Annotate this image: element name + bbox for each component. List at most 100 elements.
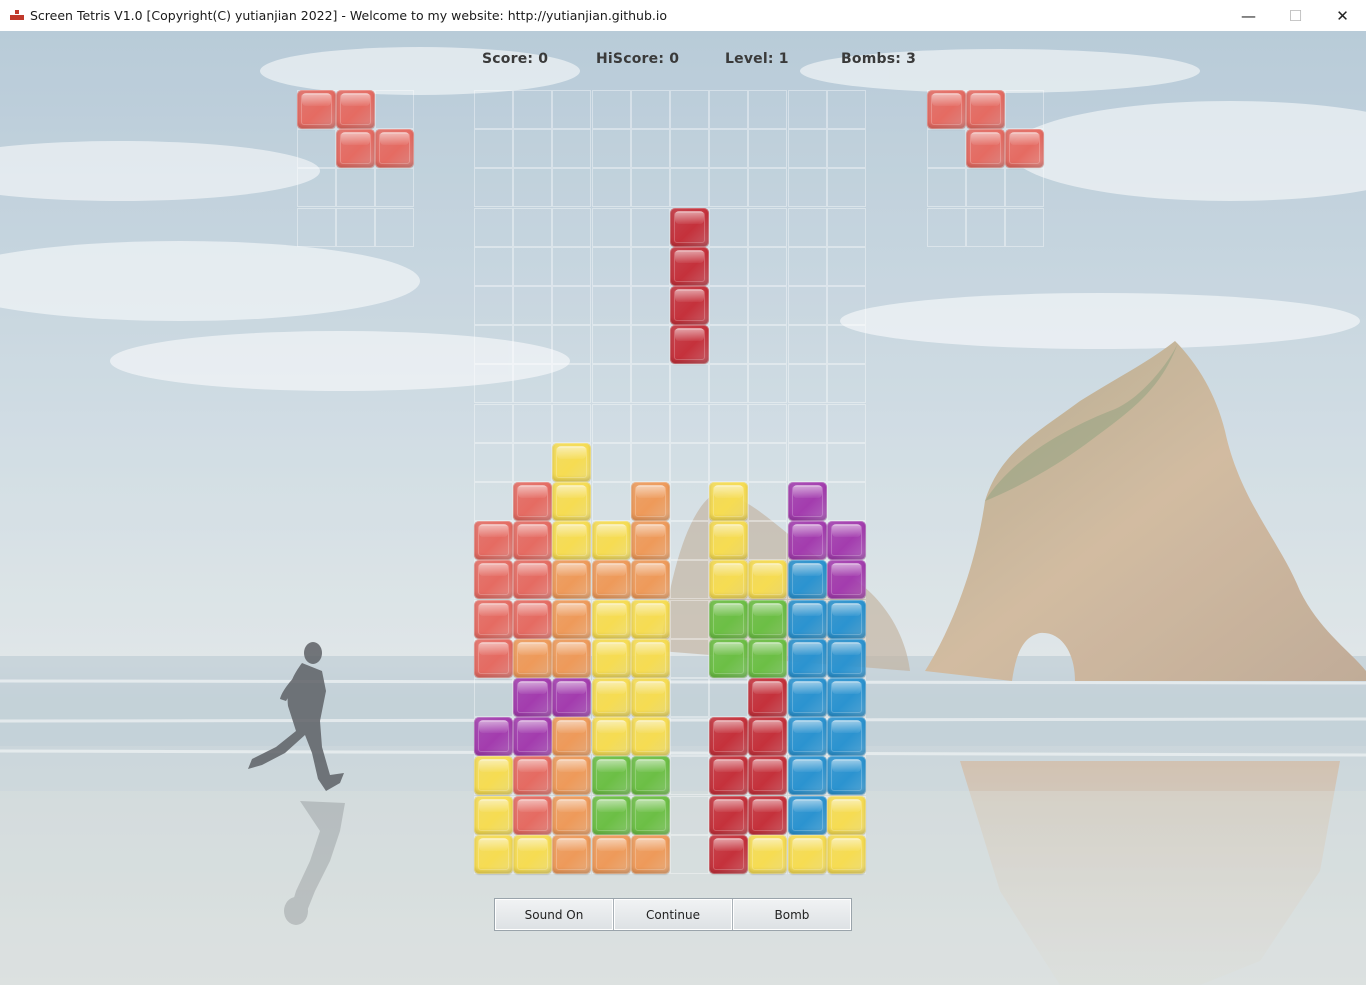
tetris-block	[592, 560, 631, 599]
tetris-block	[552, 756, 591, 795]
tetris-block	[748, 560, 787, 599]
grid-cell	[827, 168, 866, 207]
bomb-button[interactable]: Bomb	[732, 899, 851, 930]
grid-cell	[375, 90, 414, 129]
grid-cell	[552, 364, 591, 403]
grid-cell	[670, 129, 709, 168]
grid-cell	[474, 168, 513, 207]
grid-cell	[592, 286, 631, 325]
control-button-bar: Sound On Continue Bomb	[494, 898, 852, 931]
tetris-block	[513, 560, 552, 599]
grid-cell	[670, 717, 709, 756]
grid-cell	[709, 208, 748, 247]
tetris-block	[631, 482, 670, 521]
tetris-block	[670, 247, 709, 286]
grid-cell	[513, 90, 552, 129]
grid-cell	[670, 678, 709, 717]
grid-cell	[709, 364, 748, 403]
tetris-block	[709, 756, 748, 795]
grid-cell	[513, 286, 552, 325]
tetris-block	[631, 796, 670, 835]
grid-cell	[748, 364, 787, 403]
grid-cell	[670, 364, 709, 403]
grid-cell	[670, 560, 709, 599]
grid-cell	[966, 168, 1005, 207]
grid-cell	[748, 521, 787, 560]
tetris-block	[513, 482, 552, 521]
maximize-button[interactable]: ☐	[1272, 0, 1319, 31]
tetris-block	[748, 835, 787, 874]
grid-cell	[513, 364, 552, 403]
grid-cell	[631, 168, 670, 207]
grid-cell	[375, 208, 414, 247]
tetris-block	[827, 835, 866, 874]
tetris-block	[748, 639, 787, 678]
grid-cell	[592, 364, 631, 403]
tetris-block	[336, 90, 375, 129]
minimize-button[interactable]: —	[1225, 0, 1272, 31]
tetris-block	[827, 560, 866, 599]
tetris-block	[474, 600, 513, 639]
grid-cell	[631, 90, 670, 129]
tetris-block	[631, 639, 670, 678]
grid-cell	[474, 247, 513, 286]
grid-cell	[592, 325, 631, 364]
tetris-block	[552, 835, 591, 874]
tetris-block	[788, 756, 827, 795]
grid-cell	[827, 208, 866, 247]
grid-cell	[552, 168, 591, 207]
grid-cell	[788, 90, 827, 129]
tetris-block	[552, 482, 591, 521]
grid-cell	[670, 482, 709, 521]
grid-cell	[474, 443, 513, 482]
grid-cell	[709, 443, 748, 482]
tetris-block	[827, 717, 866, 756]
grid-cell	[827, 404, 866, 443]
grid-cell	[670, 600, 709, 639]
grid-cell	[513, 325, 552, 364]
tetris-block	[788, 717, 827, 756]
tetris-block	[513, 756, 552, 795]
grid-cell	[670, 404, 709, 443]
tetris-block	[474, 521, 513, 560]
grid-cell	[748, 129, 787, 168]
grid-cell	[592, 168, 631, 207]
tetris-block	[552, 717, 591, 756]
next-piece-preview-left	[297, 90, 415, 247]
grid-cell	[552, 90, 591, 129]
grid-cell	[788, 364, 827, 403]
grid-cell	[592, 208, 631, 247]
tetris-block	[927, 90, 966, 129]
tetris-block	[827, 756, 866, 795]
grid-cell	[670, 835, 709, 874]
tetris-block	[592, 796, 631, 835]
sound-toggle-button[interactable]: Sound On	[495, 899, 613, 930]
grid-cell	[631, 208, 670, 247]
tetris-block	[474, 796, 513, 835]
grid-cell	[552, 129, 591, 168]
tetris-block	[709, 639, 748, 678]
grid-cell	[748, 325, 787, 364]
window-title: Screen Tetris V1.0 [Copyright(C) yutianj…	[30, 8, 667, 23]
tetris-block	[513, 796, 552, 835]
grid-cell	[670, 168, 709, 207]
tetris-block	[670, 208, 709, 247]
tetris-block	[827, 521, 866, 560]
tetris-block	[631, 600, 670, 639]
grid-cell	[552, 208, 591, 247]
tetris-block	[788, 560, 827, 599]
continue-button[interactable]: Continue	[613, 899, 732, 930]
tetris-block	[709, 717, 748, 756]
grid-cell	[1005, 168, 1044, 207]
grid-cell	[474, 286, 513, 325]
close-button[interactable]: ✕	[1319, 0, 1366, 31]
grid-cell	[592, 129, 631, 168]
grid-cell	[592, 443, 631, 482]
tetris-block	[670, 286, 709, 325]
tetris-block	[592, 717, 631, 756]
tetris-block	[748, 678, 787, 717]
grid-cell	[1005, 90, 1044, 129]
grid-cell	[513, 404, 552, 443]
grid-cell	[631, 443, 670, 482]
tetris-block	[552, 443, 591, 482]
